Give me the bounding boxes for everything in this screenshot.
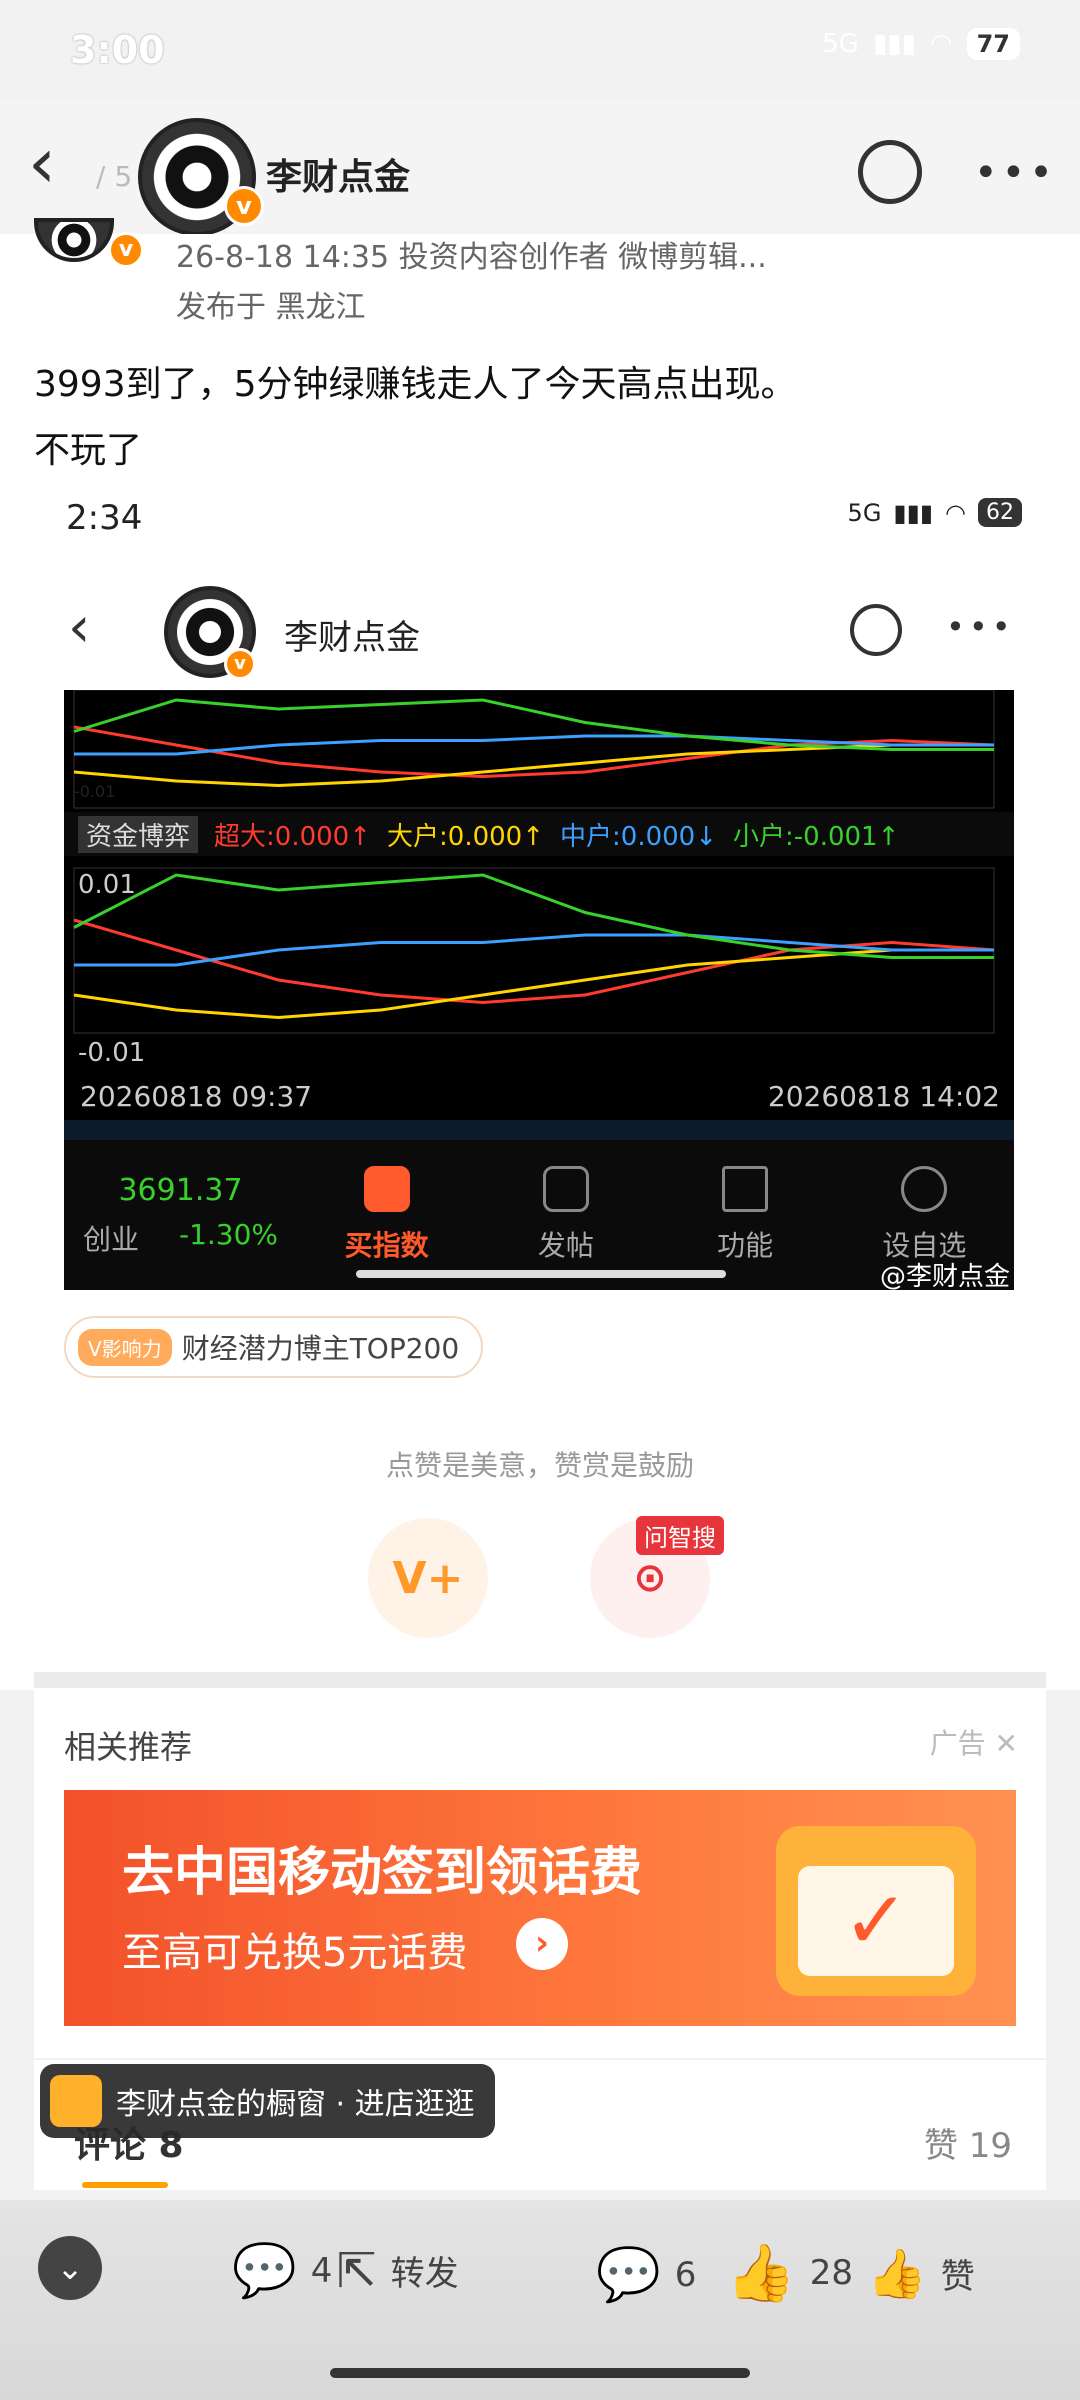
- post-location: 发布于 黑龙江: [176, 290, 366, 325]
- influence-text: 财经潜力博主TOP200: [181, 1332, 460, 1365]
- thumbs-up-filled-icon: 👍: [867, 2245, 927, 2302]
- close-icon[interactable]: ✕: [995, 1727, 1018, 1760]
- index-value: 3691.37: [118, 1172, 243, 1208]
- forward-label: 转发: [390, 2254, 459, 2294]
- comment-button[interactable]: 💬 6: [596, 2244, 696, 2305]
- forward-button[interactable]: 💬 4 ⇱ 转发: [232, 2240, 459, 2301]
- signal-icon: ▮▮▮: [872, 29, 916, 59]
- shop-window-pill[interactable]: 李财点金的橱窗 · 进店逛逛: [40, 2064, 495, 2138]
- shop-icon: [50, 2075, 102, 2127]
- reward-button[interactable]: V+: [368, 1518, 488, 1638]
- header-title[interactable]: 李财点金: [266, 148, 410, 200]
- likes-tab[interactable]: 赞 19: [924, 2118, 1012, 2167]
- more-icon[interactable]: •••: [974, 150, 1057, 196]
- inner-app-nav: 3691.37 创业 -1.30% 买指数 发帖 功能 设自选: [64, 1140, 1014, 1290]
- page-indicator: / 5: [96, 160, 133, 193]
- ad-sub-text: 至高可兑换5元话费: [122, 1930, 468, 1976]
- like-count: 28: [809, 2253, 853, 2293]
- thumbs-up-icon: 👍: [726, 2241, 796, 2306]
- post-text: 3993到了，5分钟绿赚钱走人了今天高点出现。 不玩了: [34, 352, 1034, 484]
- chart-legend: 资金博弈 超大:0.000↑ 大户:0.000↑ 中户:0.000↓ 小户:-0…: [64, 812, 1014, 856]
- inner-back-icon: ‹: [68, 595, 91, 660]
- image-watermark: @李财点金: [879, 1262, 1010, 1292]
- inner-verified-icon: v: [224, 648, 256, 680]
- time-end: 20260818 14:02: [767, 1080, 1000, 1113]
- comment-count: 6: [674, 2254, 697, 2295]
- calendar-icon: ✓: [776, 1826, 976, 1996]
- inner-signal-icon: ▮▮▮: [893, 498, 934, 527]
- shop-text: 李财点金的橱窗 · 进店逛逛: [116, 2087, 475, 2122]
- legend-item-super: 超大:0.000↑: [214, 821, 372, 852]
- arrow-right-icon[interactable]: ›: [516, 1918, 568, 1970]
- ad-label[interactable]: 广告 ✕: [930, 1722, 1018, 1762]
- back-icon[interactable]: ‹: [28, 128, 56, 198]
- legend-item-large: 大户:0.000↑: [387, 821, 545, 852]
- inner-status-time: 2:34: [66, 498, 143, 538]
- like-label: 赞: [940, 2256, 975, 2297]
- inner-home-indicator: [356, 1270, 726, 1278]
- home-indicator: [330, 2368, 750, 2378]
- post-text-line: 3993到了，5分钟绿赚钱走人了今天高点出现。: [34, 364, 797, 405]
- comment-icon: 💬: [596, 2245, 661, 2305]
- chart-svg: [73, 689, 995, 1034]
- page: 3:00 5G ▮▮▮ ◠ 77 ‹ / 5 v 李财点金 ••• v 26-8…: [0, 0, 1080, 2400]
- inner-more-icon: •••: [946, 608, 1015, 646]
- more-circle-icon: [901, 1166, 948, 1212]
- ad-main-text: 去中国移动签到领话费: [122, 1843, 643, 1903]
- influence-tag: V影响力: [78, 1328, 172, 1366]
- inner-wifi-icon: ◠: [945, 498, 966, 527]
- tab-underline: [82, 2182, 168, 2188]
- legend-title: 资金博弈: [78, 815, 199, 853]
- nav-functions: 功能: [656, 1140, 835, 1290]
- chart-divider: [64, 1120, 1014, 1140]
- inner-network-label: 5G: [847, 498, 882, 527]
- edit-icon: [542, 1166, 589, 1212]
- forward-count: 4: [310, 2250, 333, 2291]
- nav-post: 发帖: [476, 1140, 655, 1290]
- index-cell: 3691.37 创业 -1.30%: [64, 1140, 297, 1290]
- time-start: 20260818 09:37: [80, 1080, 313, 1113]
- index-name: 创业: [82, 1222, 139, 1256]
- smart-search-icon[interactable]: [858, 140, 922, 204]
- axis-top-label: 0.01: [78, 870, 136, 900]
- collapse-icon[interactable]: ⌄: [38, 2236, 102, 2300]
- inner-title: 李财点金: [284, 618, 420, 658]
- ask-search-tag: 问智搜: [636, 1516, 724, 1555]
- fund-flow-chart: [64, 689, 1014, 1120]
- inner-status-icons: 5G ▮▮▮ ◠ 62: [848, 498, 1022, 527]
- grid-icon: [722, 1166, 769, 1212]
- like-button[interactable]: 👍 28 👍 赞: [726, 2240, 975, 2306]
- index-change: -1.30%: [178, 1217, 279, 1251]
- status-icons: 5G ▮▮▮ ◠ 77: [822, 28, 1020, 60]
- post-meta: 26-8-18 14:35 投资内容创作者 微博剪辑...: [176, 240, 767, 275]
- inner-battery-icon: 62: [978, 498, 1022, 527]
- network-label: 5G: [822, 29, 859, 59]
- checkmark-icon: ✓: [798, 1866, 954, 1976]
- wifi-icon: ◠: [929, 29, 953, 59]
- nav-buy-index: 买指数: [297, 1140, 476, 1290]
- axis-bottom-label: -0.01: [78, 1038, 146, 1068]
- series-line-中户: [74, 933, 994, 967]
- axis-label: -0.01: [74, 782, 116, 801]
- like-hint: 点赞是美意，赞赏是鼓励: [385, 1449, 694, 1482]
- post-text-line: 不玩了: [34, 430, 143, 471]
- ad-banner[interactable]: 去中国移动签到领话费 至高可兑换5元话费 › ✓: [64, 1790, 1016, 2026]
- battery-icon: 77: [966, 28, 1020, 60]
- status-time: 3:00: [70, 28, 165, 72]
- recommend-title: 相关推荐: [64, 1728, 193, 1766]
- chart-icon: [363, 1166, 410, 1212]
- share-icon: ⇱: [336, 2242, 377, 2299]
- upper-series-line-中户: [74, 734, 994, 756]
- inner-search-icon: [850, 604, 902, 656]
- verified-icon: v: [224, 186, 264, 226]
- legend-item-medium: 中户:0.000↓: [560, 821, 718, 852]
- legend-item-small: 小户:-0.001↑: [733, 821, 900, 852]
- comment-bubble-icon: 💬: [232, 2241, 297, 2301]
- influence-badge[interactable]: V影响力 财经潜力博主TOP200: [64, 1316, 484, 1378]
- verified-icon: v: [108, 232, 144, 268]
